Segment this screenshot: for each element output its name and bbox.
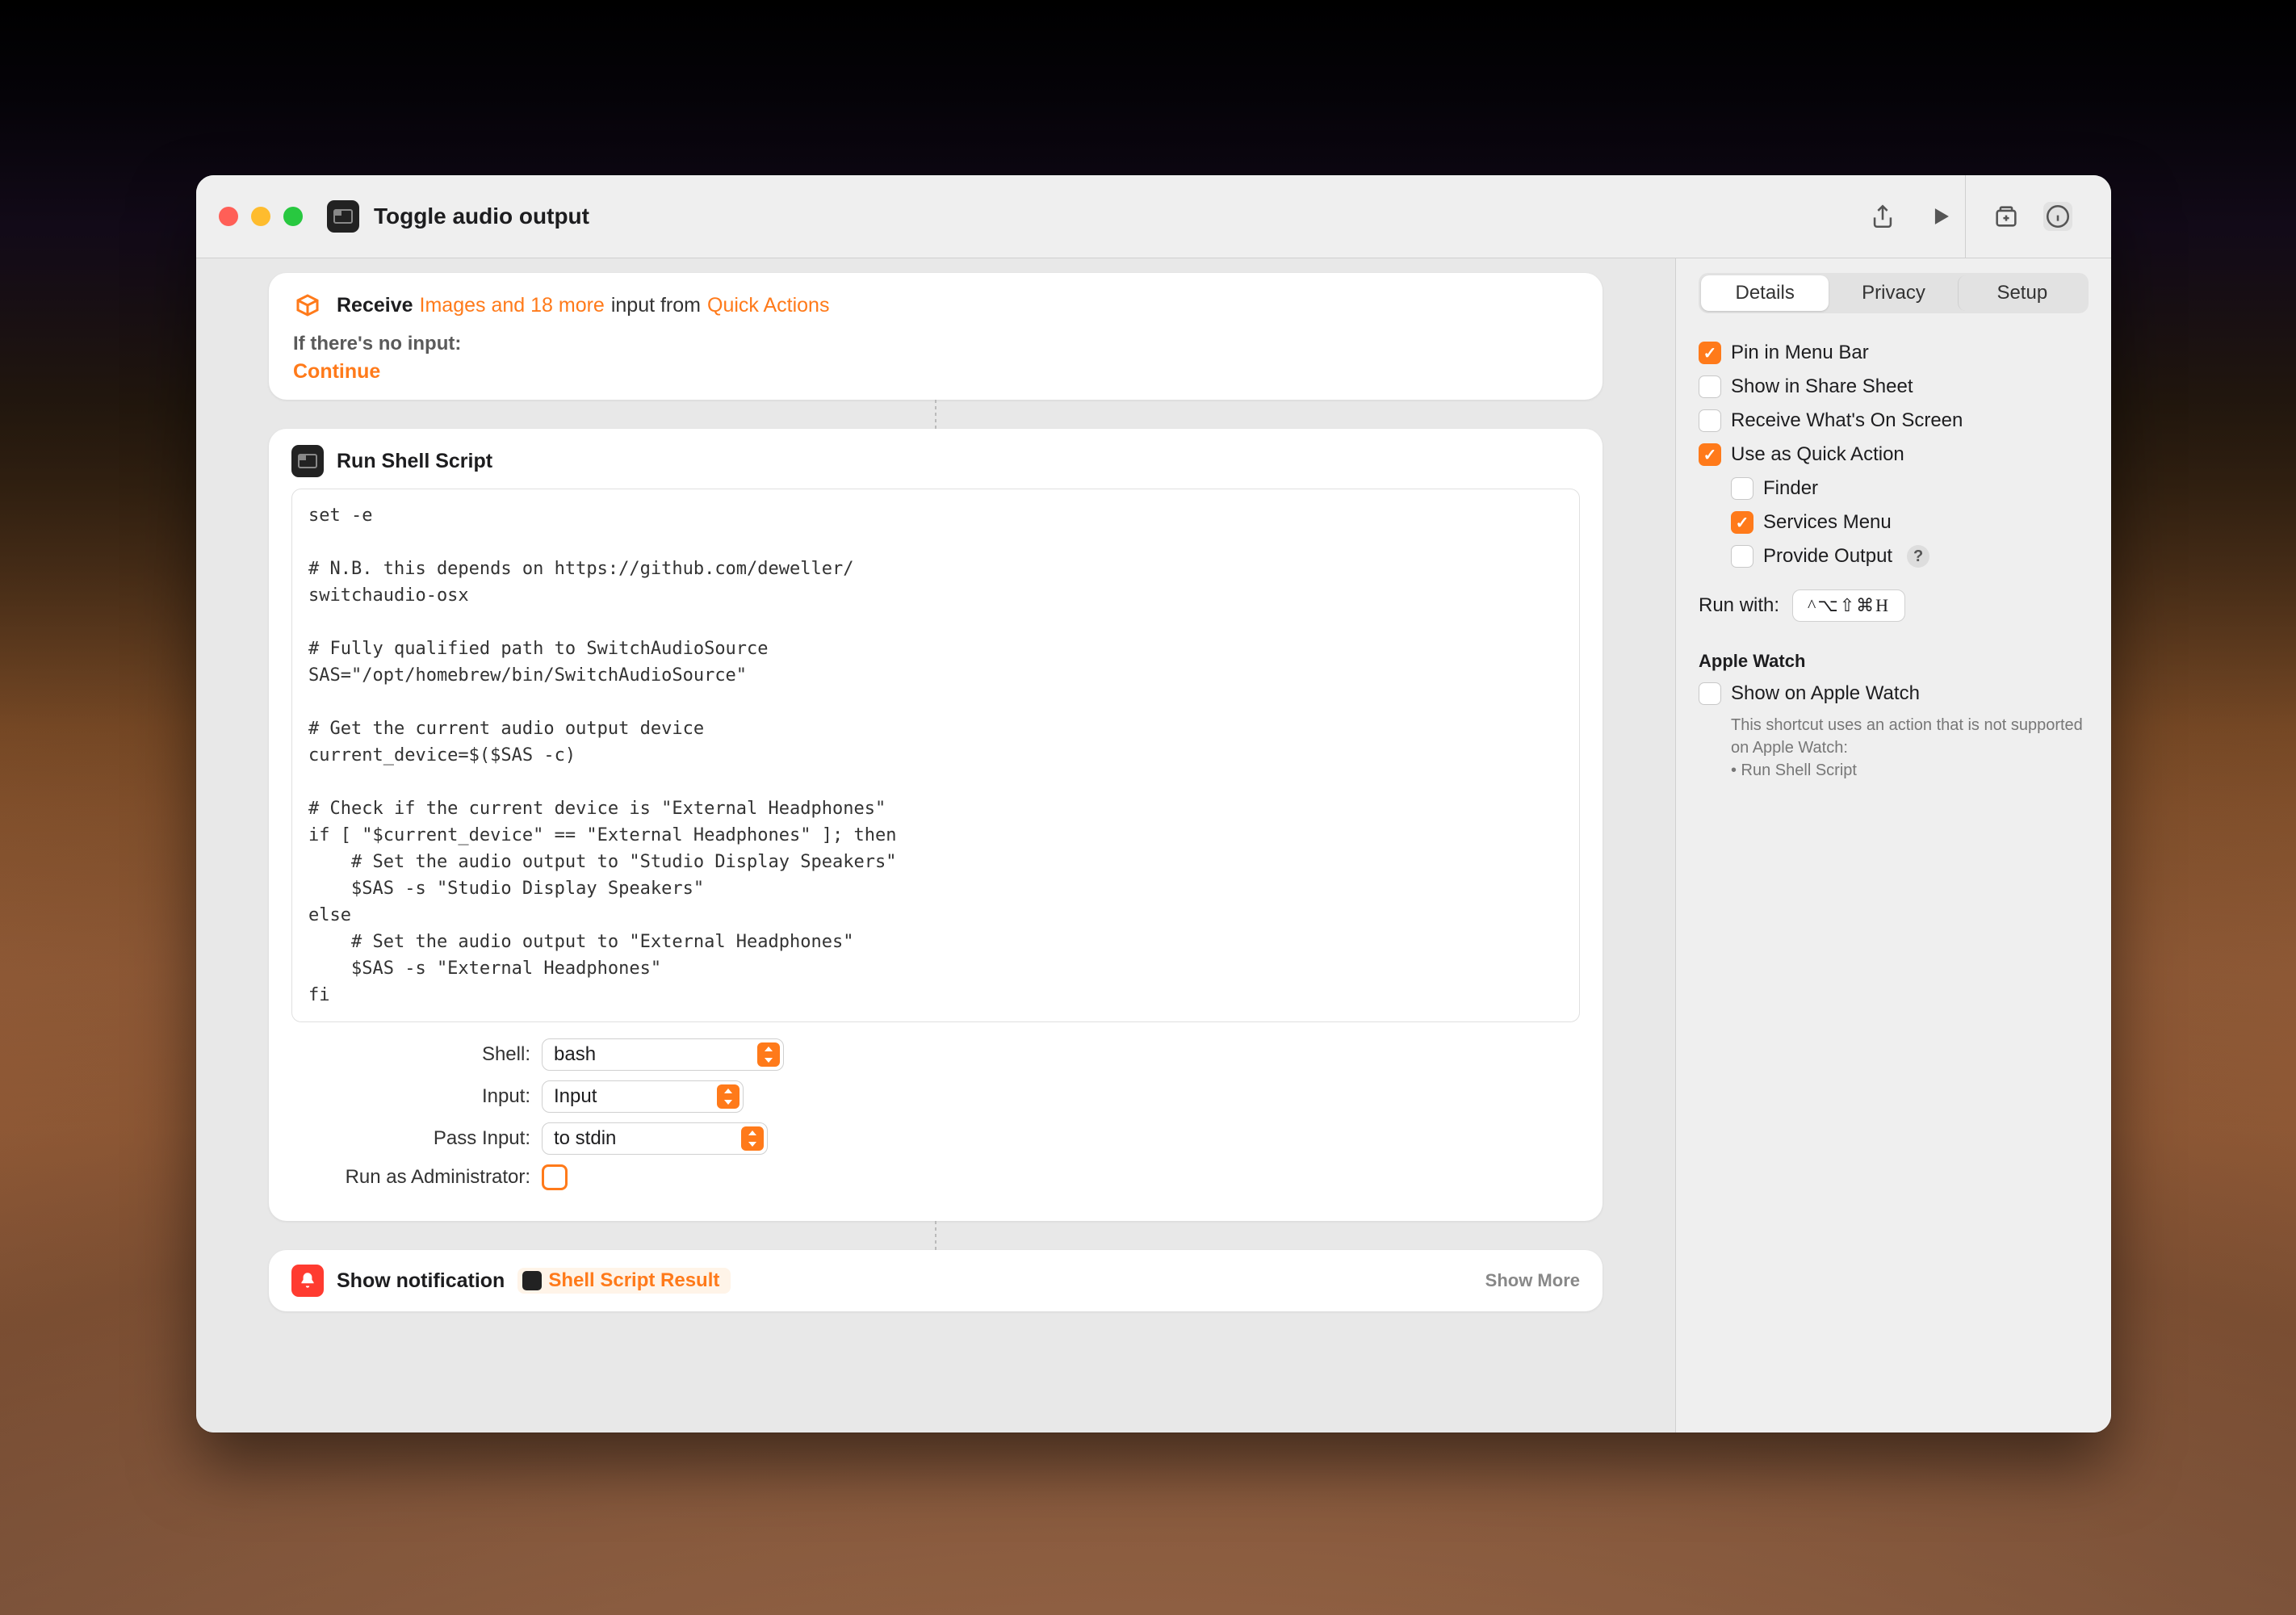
tab-privacy[interactable]: Privacy — [1829, 275, 1957, 311]
receive-label: Receive — [337, 294, 413, 317]
apple-watch-note: This shortcut uses an action that is not… — [1731, 714, 2089, 782]
shell-options: Shell: bash Input: Input — [291, 1038, 1580, 1190]
receive-source-token[interactable]: Quick Actions — [707, 294, 829, 317]
info-button[interactable] — [2043, 202, 2072, 231]
on-screen-checkbox[interactable] — [1699, 409, 1721, 432]
window-controls — [219, 207, 303, 226]
apple-watch-checkbox[interactable] — [1699, 682, 1721, 705]
show-more-button[interactable]: Show More — [1485, 1270, 1580, 1291]
input-select[interactable]: Input — [542, 1080, 744, 1113]
quick-action-label: Use as Quick Action — [1731, 443, 1904, 466]
toolbar: Toggle audio output — [196, 175, 2111, 258]
notification-title: Show notification — [337, 1269, 505, 1293]
pass-input-label: Pass Input: — [291, 1127, 530, 1150]
shell-action-title: Run Shell Script — [337, 450, 492, 473]
admin-label: Run as Administrator: — [291, 1166, 530, 1189]
no-input-label: If there's no input: — [293, 333, 1580, 355]
notification-variable-token[interactable]: Shell Script Result — [517, 1268, 731, 1294]
share-sheet-label: Show in Share Sheet — [1731, 375, 1913, 398]
provide-output-label: Provide Output — [1763, 545, 1892, 568]
pin-menu-bar-label: Pin in Menu Bar — [1731, 342, 1869, 364]
receive-from-label: input from — [611, 294, 701, 317]
minimize-window-button[interactable] — [251, 207, 270, 226]
help-icon[interactable]: ? — [1907, 545, 1929, 568]
sidebar-tabs: Details Privacy Setup — [1699, 273, 2089, 313]
provide-output-checkbox[interactable] — [1731, 545, 1753, 568]
run-with-label: Run with: — [1699, 594, 1779, 617]
shortcut-icon — [327, 200, 359, 233]
keyboard-shortcut-field[interactable]: ^⌥⇧⌘H — [1792, 589, 1905, 622]
window-body: Receive Images and 18 more input from Qu… — [196, 258, 2111, 1433]
stepper-icon — [717, 1084, 739, 1109]
terminal-mini-icon — [522, 1271, 542, 1290]
shell-script-input[interactable]: set -e # N.B. this depends on https://gi… — [291, 489, 1580, 1022]
close-window-button[interactable] — [219, 207, 238, 226]
bell-icon — [291, 1265, 324, 1297]
tab-setup[interactable]: Setup — [1958, 275, 2086, 311]
share-sheet-checkbox[interactable] — [1699, 375, 1721, 398]
receive-icon — [291, 289, 324, 321]
window-title: Toggle audio output — [374, 203, 1868, 229]
finder-label: Finder — [1763, 477, 1818, 500]
pin-menu-bar-checkbox[interactable] — [1699, 342, 1721, 364]
no-input-action-token[interactable]: Continue — [293, 360, 380, 383]
tab-details[interactable]: Details — [1701, 275, 1829, 311]
connector — [269, 1221, 1603, 1250]
shell-select[interactable]: bash — [542, 1038, 784, 1071]
zoom-window-button[interactable] — [283, 207, 303, 226]
quick-action-checkbox[interactable] — [1699, 443, 1721, 466]
toolbar-actions — [1868, 202, 1955, 231]
run-shell-script-action[interactable]: Run Shell Script set -e # N.B. this depe… — [269, 429, 1603, 1221]
terminal-icon — [291, 445, 324, 477]
connector — [269, 400, 1603, 429]
show-notification-action[interactable]: Show notification Shell Script Result Sh… — [269, 1250, 1603, 1311]
run-button[interactable] — [1926, 202, 1955, 231]
apple-watch-header: Apple Watch — [1699, 651, 2089, 672]
shortcuts-window: Toggle audio output — [196, 175, 2111, 1433]
services-menu-label: Services Menu — [1763, 511, 1892, 534]
input-label: Input: — [291, 1085, 530, 1108]
services-menu-checkbox[interactable] — [1731, 511, 1753, 534]
run-as-admin-checkbox[interactable] — [542, 1164, 568, 1190]
toolbar-divider — [1965, 175, 1966, 258]
pass-input-select[interactable]: to stdin — [542, 1122, 768, 1155]
on-screen-label: Receive What's On Screen — [1731, 409, 1963, 432]
stepper-icon — [757, 1042, 780, 1067]
stepper-icon — [741, 1126, 764, 1151]
shell-label: Shell: — [291, 1043, 530, 1066]
library-button[interactable] — [1992, 202, 2021, 231]
inspector-sidebar: Details Privacy Setup Pin in Menu Bar Sh… — [1675, 258, 2111, 1433]
finder-checkbox[interactable] — [1731, 477, 1753, 500]
sidebar-tools — [1975, 202, 2089, 231]
receive-input-action[interactable]: Receive Images and 18 more input from Qu… — [269, 273, 1603, 400]
receive-types-token[interactable]: Images and 18 more — [420, 294, 605, 317]
workflow-canvas[interactable]: Receive Images and 18 more input from Qu… — [196, 258, 1675, 1433]
share-button[interactable] — [1868, 202, 1897, 231]
apple-watch-label: Show on Apple Watch — [1731, 682, 1920, 705]
